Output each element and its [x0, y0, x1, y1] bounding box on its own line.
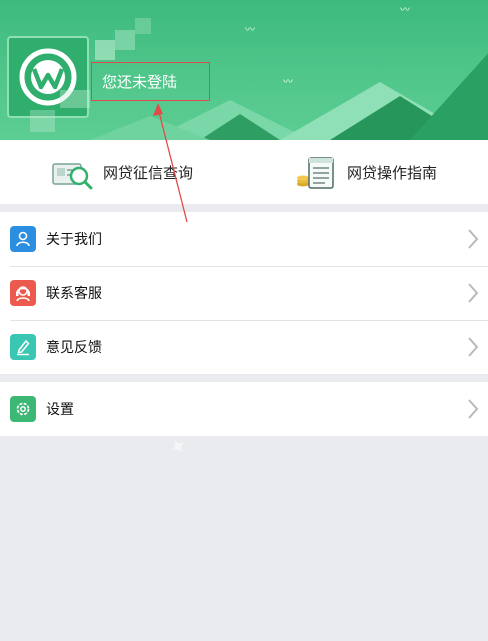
menu-item-feedback[interactable]: 意见反馈	[0, 320, 488, 374]
watermark: ✦	[164, 431, 194, 464]
menu-item-label: 关于我们	[46, 232, 102, 248]
chevron-right-icon	[458, 228, 488, 250]
menu-group-main: 关于我们 联系客服 意见反馈	[0, 212, 488, 374]
quick-action-label: 网贷征信查询	[102, 163, 193, 182]
login-status-label: 您还未登陆	[102, 73, 178, 91]
feedback-pen-icon	[10, 334, 36, 360]
credit-query-button[interactable]: 网贷征信查询	[0, 140, 244, 204]
mosaic-blur	[60, 90, 90, 108]
user-profile-icon	[10, 226, 36, 252]
quick-action-label: 网贷操作指南	[346, 163, 437, 182]
guide-document-icon	[295, 154, 337, 190]
mosaic-blur	[95, 40, 115, 60]
gear-icon	[10, 396, 36, 422]
mosaic-blur	[30, 110, 55, 132]
menu-item-contact-service[interactable]: 联系客服	[0, 266, 488, 320]
quick-actions-bar: 网贷征信查询 网贷操作指南	[0, 140, 488, 204]
mountain-decoration	[90, 116, 210, 140]
credit-search-icon	[51, 154, 93, 190]
operation-guide-button[interactable]: 网贷操作指南	[244, 140, 488, 204]
menu-group-settings: 设置	[0, 382, 488, 436]
bird-icon: 〰	[400, 5, 410, 16]
customer-service-icon	[10, 280, 36, 306]
chevron-right-icon	[458, 336, 488, 358]
menu-item-label: 意见反馈	[46, 340, 102, 356]
login-status-button[interactable]: 您还未登陆	[91, 62, 210, 101]
menu-item-label: 联系客服	[46, 286, 102, 302]
mosaic-blur	[115, 30, 135, 50]
mosaic-blur	[135, 18, 151, 34]
chevron-right-icon	[458, 282, 488, 304]
menu-item-settings[interactable]: 设置	[0, 382, 488, 436]
bird-icon: 〰	[283, 77, 293, 88]
profile-header: 〰 〰 〰 您还未登陆	[0, 0, 488, 140]
bird-icon: 〰	[245, 25, 255, 36]
mountain-decoration	[410, 40, 488, 140]
menu-item-about-us[interactable]: 关于我们	[0, 212, 488, 266]
mountain-decoration	[200, 114, 280, 140]
chevron-right-icon	[458, 398, 488, 420]
menu-item-label: 设置	[46, 402, 74, 418]
